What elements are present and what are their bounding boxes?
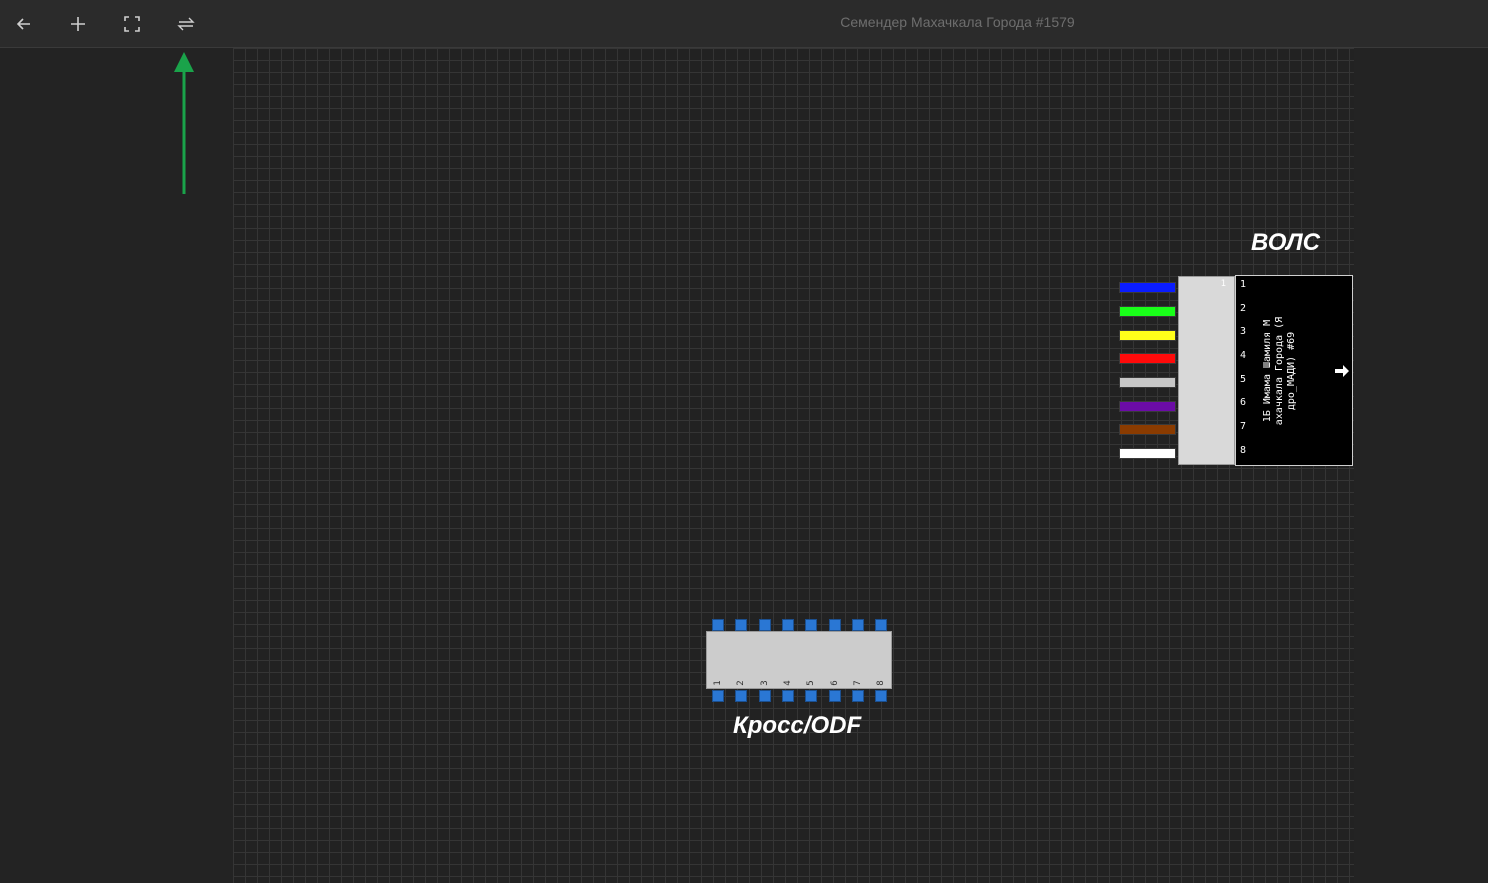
odf-port-number: 6 — [830, 680, 840, 686]
arrow-up-icon — [174, 52, 194, 194]
cable-label-box[interactable]: 1 2 3 4 5 6 7 8 1Б Имама Шамиля М ахачка… — [1235, 275, 1353, 466]
odf-port-number: 8 — [876, 680, 886, 686]
odf-port-top-6[interactable] — [829, 619, 841, 631]
odf-port-number: 4 — [783, 680, 793, 686]
guide-arrow — [170, 50, 198, 200]
port-number: 5 — [1240, 374, 1247, 385]
odf-port-top-7[interactable] — [852, 619, 864, 631]
arrow-right-icon[interactable] — [1334, 364, 1350, 378]
cable-title: ВОЛС — [1251, 229, 1320, 256]
fiber-8[interactable] — [1119, 448, 1176, 459]
odf-port-number: 7 — [853, 680, 863, 686]
back-button[interactable] — [9, 9, 39, 39]
odf-port-bottom-2[interactable] — [735, 690, 747, 702]
port-number: 4 — [1240, 350, 1247, 361]
fiber-7[interactable] — [1119, 424, 1176, 435]
odf-port-bottom-8[interactable] — [875, 690, 887, 702]
fiber-2[interactable] — [1119, 306, 1176, 317]
cable-block[interactable]: 1 — [1178, 276, 1235, 465]
plus-icon — [71, 17, 85, 31]
fullscreen-icon — [124, 16, 140, 32]
port-number: 6 — [1240, 397, 1247, 408]
cable-name: 1Б Имама Шамиля М ахачкала Города (Я дро… — [1262, 316, 1297, 426]
odf-panel[interactable]: 1 2 3 4 5 6 7 8 — [706, 631, 892, 689]
odf-port-top-3[interactable] — [759, 619, 771, 631]
odf-port-bottom-5[interactable] — [805, 690, 817, 702]
fit-view-button[interactable] — [117, 9, 147, 39]
fiber-6[interactable] — [1119, 401, 1176, 412]
odf-port-bottom-4[interactable] — [782, 690, 794, 702]
odf-port-number: 5 — [806, 680, 816, 686]
scheme-title: Семендер Махачкала Города #1579 — [840, 14, 1075, 30]
odf-port-number: 1 — [713, 680, 723, 686]
add-button[interactable] — [63, 9, 93, 39]
port-number: 2 — [1240, 303, 1247, 314]
odf-title: Кросс/ODF — [733, 712, 862, 739]
odf-port-top-2[interactable] — [735, 619, 747, 631]
odf-port-bottom-6[interactable] — [829, 690, 841, 702]
scheme-canvas[interactable] — [233, 48, 1354, 883]
fiber-5[interactable] — [1119, 377, 1176, 388]
port-number: 7 — [1240, 421, 1247, 432]
toolbar: Семендер Махачкала Города #1579 — [0, 0, 1488, 48]
odf-port-top-1[interactable] — [712, 619, 724, 631]
port-number: 3 — [1240, 326, 1247, 337]
port-number: 1 — [1240, 279, 1247, 290]
arrow-left-icon — [16, 18, 30, 30]
swap-button[interactable] — [171, 9, 201, 39]
odf-port-bottom-7[interactable] — [852, 690, 864, 702]
fiber-1[interactable] — [1119, 282, 1176, 293]
odf-port-number: 3 — [760, 680, 770, 686]
odf-port-top-8[interactable] — [875, 619, 887, 631]
odf-port-number: 2 — [736, 680, 746, 686]
port-number: 8 — [1240, 445, 1247, 456]
odf-port-top-4[interactable] — [782, 619, 794, 631]
odf-port-bottom-3[interactable] — [759, 690, 771, 702]
fiber-4[interactable] — [1119, 353, 1176, 364]
odf-port-bottom-1[interactable] — [712, 690, 724, 702]
odf-port-top-5[interactable] — [805, 619, 817, 631]
cable-block-number: 1 — [1220, 279, 1226, 289]
swap-arrows-icon — [177, 17, 195, 31]
fiber-3[interactable] — [1119, 330, 1176, 341]
